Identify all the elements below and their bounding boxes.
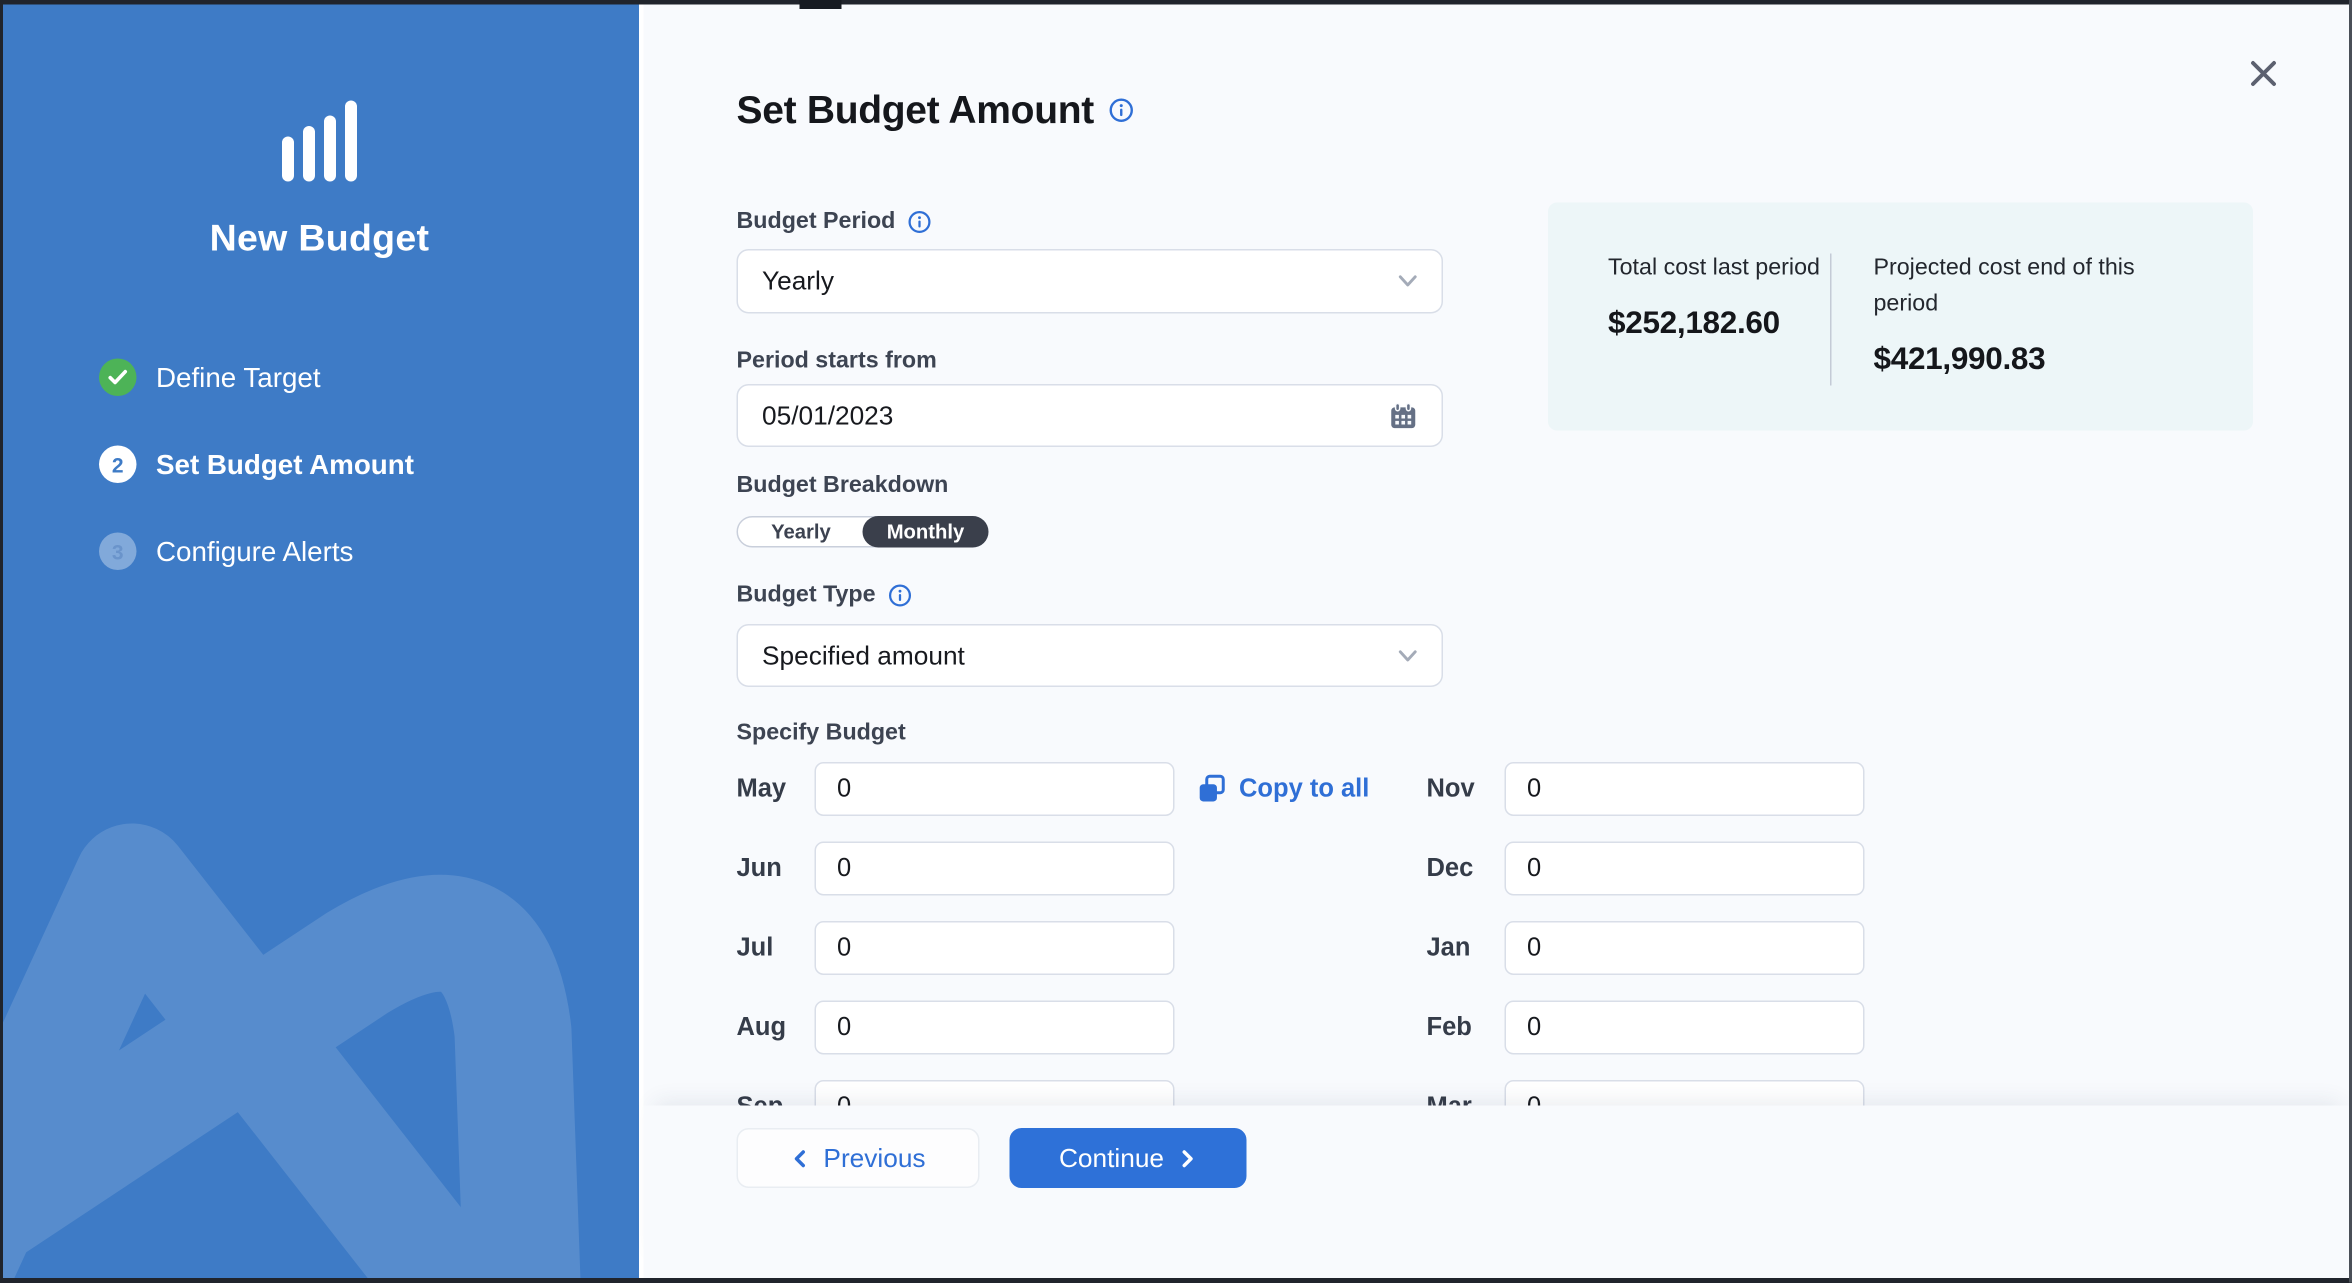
continue-label: Continue <box>1059 1142 1164 1174</box>
brand-watermark <box>0 0 639 1283</box>
summary-value: $421,990.83 <box>1874 342 2204 378</box>
budget-period-select[interactable]: Yearly <box>737 249 1444 314</box>
month-value-input[interactable] <box>815 762 1175 816</box>
summary-value: $252,182.60 <box>1608 306 1830 342</box>
chevron-left-icon <box>790 1148 810 1168</box>
month-label: Nov <box>1427 774 1505 804</box>
sidebar: New Budget Define Target 2 Set Budget Am… <box>0 0 639 1283</box>
month-value-input[interactable] <box>1505 842 1865 896</box>
budget-breakdown-toggle: Yearly Monthly <box>737 516 989 548</box>
month-value-input[interactable] <box>815 921 1175 975</box>
budget-type-value: Specified amount <box>762 640 1398 672</box>
close-icon[interactable] <box>2240 50 2288 98</box>
step-define-target[interactable]: Define Target <box>99 359 414 397</box>
month-row: May <box>737 762 1175 816</box>
info-icon[interactable] <box>888 584 912 608</box>
budget-type-label: Budget Type <box>737 582 876 609</box>
toggle-option-monthly[interactable]: Monthly <box>863 516 989 548</box>
month-value-input[interactable] <box>1505 921 1865 975</box>
specify-budget-label: Specify Budget <box>737 720 906 747</box>
month-value-input[interactable] <box>815 1001 1175 1055</box>
cost-summary-card: Total cost last period $252,182.60 Proje… <box>1548 203 2253 431</box>
month-row: Jan <box>1427 921 1865 975</box>
continue-button[interactable]: Continue <box>1010 1128 1247 1188</box>
page-title: Set Budget Amount <box>737 87 1094 134</box>
month-label: Jun <box>737 854 815 884</box>
month-row: Jul <box>737 921 1175 975</box>
step-label: Set Budget Amount <box>156 448 414 481</box>
month-row: Aug <box>737 1001 1175 1055</box>
set-budget-amount-panel: Set Budget Amount Budget Period Yearly P… <box>644 5 2352 1279</box>
month-label: Aug <box>737 1013 815 1043</box>
step-number-badge: 3 <box>99 533 137 571</box>
summary-divider <box>1830 254 1832 386</box>
month-label: Dec <box>1427 854 1505 884</box>
step-configure-alerts[interactable]: 3 Configure Alerts <box>99 533 414 571</box>
budget-period-label: Budget Period <box>737 209 896 236</box>
projected-cost-end-period: Projected cost end of this period $421,9… <box>1874 251 2204 431</box>
period-starts-from-label: Period starts from <box>737 348 937 375</box>
month-row: Jun <box>737 842 1175 896</box>
budget-breakdown-label: Budget Breakdown <box>737 473 949 500</box>
month-label: Jul <box>737 933 815 963</box>
check-icon <box>99 359 137 397</box>
wizard-footer: Previous Continue <box>644 1106 2352 1279</box>
period-start-date-value: 05/01/2023 <box>762 400 1389 432</box>
month-label: May <box>737 774 815 804</box>
total-cost-last-period: Total cost last period $252,182.60 <box>1608 251 1830 431</box>
month-row: Nov <box>1427 762 1865 816</box>
bar-chart-icon <box>282 101 357 182</box>
month-value-input[interactable] <box>815 842 1175 896</box>
browser-tab-notch <box>800 0 842 9</box>
period-start-date-input[interactable]: 05/01/2023 <box>737 384 1444 447</box>
step-label: Define Target <box>156 361 321 394</box>
month-row: Feb <box>1427 1001 1865 1055</box>
budget-type-select[interactable]: Specified amount <box>737 624 1444 687</box>
month-label: Jan <box>1427 933 1505 963</box>
previous-button[interactable]: Previous <box>737 1128 980 1188</box>
new-budget-wizard: New Budget Define Target 2 Set Budget Am… <box>0 0 2352 1283</box>
copy-to-all-button[interactable]: Copy to all <box>1197 762 1369 816</box>
month-value-input[interactable] <box>1505 762 1865 816</box>
chevron-down-icon <box>1398 649 1418 663</box>
wizard-title: New Budget <box>0 218 639 262</box>
chevron-right-icon <box>1178 1148 1198 1168</box>
step-set-budget-amount[interactable]: 2 Set Budget Amount <box>99 446 414 484</box>
window-left-edge <box>0 0 3 1283</box>
copy-icon <box>1197 774 1227 804</box>
summary-label: Projected cost end of this period <box>1874 251 2204 323</box>
info-icon[interactable] <box>1109 98 1135 124</box>
calendar-icon <box>1389 401 1418 430</box>
chevron-down-icon <box>1398 275 1418 289</box>
copy-to-all-label: Copy to all <box>1239 774 1369 804</box>
wizard-steps: Define Target 2 Set Budget Amount 3 Conf… <box>99 359 414 620</box>
window-top-edge <box>0 0 2352 5</box>
step-label: Configure Alerts <box>156 535 353 568</box>
previous-label: Previous <box>823 1142 925 1174</box>
info-icon[interactable] <box>907 210 931 234</box>
step-number-badge: 2 <box>99 446 137 484</box>
month-value-input[interactable] <box>1505 1001 1865 1055</box>
month-row: Dec <box>1427 842 1865 896</box>
month-label: Feb <box>1427 1013 1505 1043</box>
summary-label: Total cost last period <box>1608 251 1830 287</box>
budget-period-value: Yearly <box>762 266 1398 298</box>
sidebar-content-divider <box>639 0 644 1283</box>
toggle-option-yearly[interactable]: Yearly <box>738 518 864 547</box>
